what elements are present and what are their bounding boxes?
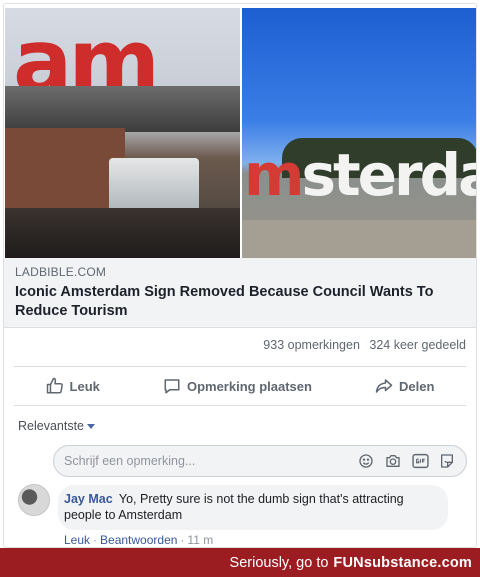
sort-label: Relevantste bbox=[18, 419, 85, 433]
emoji-icon[interactable] bbox=[357, 452, 375, 470]
crowd bbox=[5, 208, 240, 258]
sticker-icon[interactable] bbox=[438, 452, 456, 470]
comment-input[interactable] bbox=[64, 454, 348, 468]
link-headline[interactable]: Iconic Amsterdam Sign Removed Because Co… bbox=[15, 283, 465, 321]
sign-platform bbox=[5, 86, 240, 132]
share-count[interactable]: 324 keer gedeeld bbox=[369, 338, 466, 352]
plaza bbox=[242, 220, 476, 258]
comment-sort-dropdown[interactable]: Relevantste bbox=[18, 419, 96, 433]
post-stats: 933 opmerkingen 324 keer gedeeld bbox=[263, 338, 466, 352]
gif-icon[interactable] bbox=[411, 452, 429, 470]
separator-dot: · bbox=[180, 533, 185, 547]
thumbs-up-icon bbox=[46, 377, 63, 394]
share-label: Delen bbox=[399, 378, 435, 394]
comment-bubble: Jay Mac Yo, Pretty sure is not the dumb … bbox=[58, 485, 448, 530]
comment-author[interactable]: Jay Mac bbox=[64, 492, 113, 506]
comment-like-link[interactable]: Leuk bbox=[64, 533, 90, 547]
comment-icon bbox=[164, 379, 180, 394]
comment-button[interactable]: Opmerking plaatsen bbox=[163, 377, 312, 395]
action-bar: Leuk Opmerking plaatsen Delen bbox=[14, 366, 466, 406]
watermark-footer: Seriously, go to FUNsubstance.com bbox=[0, 548, 480, 577]
post-card: am msterdar LADBIBLE.COM Iconic Amsterda… bbox=[3, 3, 477, 548]
footer-text: Seriously, go to bbox=[229, 554, 329, 571]
link-preview[interactable]: LADBIBLE.COM Iconic Amsterdam Sign Remov… bbox=[4, 258, 476, 328]
camera-icon[interactable] bbox=[384, 452, 402, 470]
comment-text: Yo, Pretty sure is not the dumb sign tha… bbox=[64, 492, 404, 522]
comment-composer bbox=[53, 445, 467, 477]
comment-reply-link[interactable]: Beantwoorden bbox=[100, 533, 177, 547]
post-image[interactable]: am msterdar bbox=[5, 8, 476, 258]
sign-letters-sterdam: msterdar bbox=[244, 146, 476, 204]
comment-action-row: Leuk · Beantwoorden · 11 m bbox=[64, 533, 213, 547]
share-button[interactable]: Delen bbox=[375, 377, 434, 395]
image-right-sign: msterdar bbox=[242, 8, 476, 258]
comment-count[interactable]: 933 opmerkingen bbox=[263, 338, 360, 352]
sign-white-letters: sterdar bbox=[301, 141, 476, 209]
like-label: Leuk bbox=[69, 378, 100, 394]
separator-dot: · bbox=[93, 533, 98, 547]
sign-red-letter: m bbox=[244, 141, 304, 209]
comment-label: Opmerking plaatsen bbox=[186, 378, 312, 394]
link-source: LADBIBLE.COM bbox=[15, 265, 107, 279]
like-button[interactable]: Leuk bbox=[46, 377, 100, 395]
footer-brand: FUNsubstance.com bbox=[333, 554, 472, 571]
share-icon bbox=[375, 379, 393, 393]
chevron-down-icon bbox=[87, 424, 96, 430]
image-left-sign-removal: am bbox=[5, 8, 240, 258]
comment-timestamp[interactable]: 11 m bbox=[187, 533, 213, 547]
avatar[interactable] bbox=[18, 484, 50, 516]
